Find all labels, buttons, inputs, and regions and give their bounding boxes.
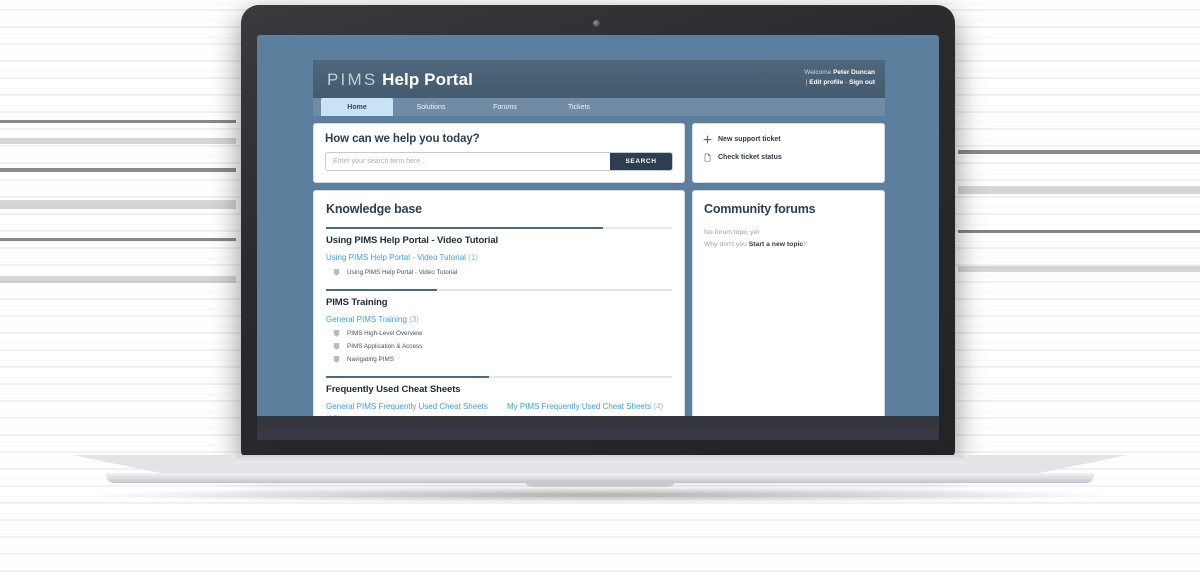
tab-forums[interactable]: Forums — [469, 98, 541, 116]
section-divider — [326, 376, 672, 379]
tab-solutions-label: Solutions — [416, 103, 446, 111]
site-logo[interactable]: PIMS Help Portal — [327, 70, 473, 90]
article-shield-icon — [333, 268, 340, 276]
kb-section-heading: Frequently Used Cheat Sheets — [326, 384, 461, 396]
kb-section: PIMS Training General PIMS Training (3) … — [326, 288, 672, 365]
kb-article[interactable]: PIMS Application & Access — [332, 342, 672, 351]
kb-article-title: PIMS High-Level Overview — [347, 330, 423, 338]
community-forums-panel: Community forums No forum topic yet Why … — [692, 190, 885, 440]
webcam-icon — [593, 20, 600, 27]
laptop-screen-bezel: PIMS Help Portal Welcome Peter Duncan | … — [257, 35, 939, 440]
account-bar: Welcome Peter Duncan | Edit profile - Si… — [804, 68, 875, 88]
check-ticket-status-action[interactable]: Check ticket status — [703, 153, 874, 162]
laptop-lid: PIMS Help Portal Welcome Peter Duncan | … — [241, 5, 955, 457]
welcome-prefix: Welcome — [804, 69, 832, 76]
kb-folder-link[interactable]: My PIMS Frequently Used Cheat Sheets (4) — [507, 401, 672, 413]
brand-primary: PIMS — [327, 70, 378, 89]
kb-folder-name: Using PIMS Help Portal - Video Tutorial — [326, 253, 466, 262]
search-panel: How can we help you today? SEARCH — [313, 123, 685, 183]
knowledge-base-panel: Knowledge base Using PIMS Help Portal - … — [313, 190, 685, 440]
forums-prompt-prefix: Why don't you — [704, 240, 749, 248]
edit-profile-link[interactable]: Edit profile — [809, 79, 843, 86]
tab-solutions[interactable]: Solutions — [395, 98, 467, 116]
start-new-topic-link[interactable]: Start a new topic — [749, 241, 803, 248]
link-separator: - — [845, 79, 848, 87]
article-shield-icon — [333, 356, 340, 364]
section-divider — [326, 288, 672, 291]
main-navigation: Home Solutions Forums Tickets — [313, 98, 885, 116]
account-links: | Edit profile - Sign out — [804, 78, 875, 88]
kb-article[interactable]: PIMS High-Level Overview — [332, 329, 672, 338]
laptop-mockup: PIMS Help Portal Welcome Peter Duncan | … — [0, 0, 1200, 575]
kb-folder-link[interactable]: General PIMS Training (3) — [326, 314, 672, 326]
help-portal-page: PIMS Help Portal Welcome Peter Duncan | … — [313, 60, 885, 440]
tab-tickets-label: Tickets — [568, 103, 590, 111]
screen-lower-bezel — [257, 416, 939, 440]
forums-empty-state: No forum topic yet Why don't you Start a… — [704, 227, 873, 251]
article-shield-icon — [333, 343, 340, 351]
desktop-background: PIMS Help Portal Welcome Peter Duncan | … — [257, 35, 939, 440]
kb-folder-count: (1) — [468, 253, 478, 262]
kb-section-heading: PIMS Training — [326, 296, 388, 308]
kb-article[interactable]: Navigating PIMS — [332, 355, 672, 364]
forums-prompt-suffix: ? — [803, 240, 807, 248]
sign-out-link[interactable]: Sign out — [849, 79, 875, 86]
kb-article-title: Using PIMS Help Portal - Video Tutorial — [347, 268, 458, 276]
kb-folder-name: My PIMS Frequently Used Cheat Sheets — [507, 402, 652, 412]
kb-folder-link[interactable]: Using PIMS Help Portal - Video Tutorial … — [326, 252, 672, 264]
search-row: SEARCH — [325, 152, 673, 171]
section-divider — [326, 227, 672, 229]
search-heading: How can we help you today? — [325, 133, 480, 145]
new-support-ticket-label: New support ticket — [718, 136, 781, 143]
laptop-base — [72, 455, 1128, 489]
ticket-actions-panel: New support ticket Check ticket status — [692, 123, 885, 183]
kb-section-heading: Using PIMS Help Portal - Video Tutorial — [326, 235, 499, 246]
laptop-deck-edge — [237, 455, 963, 463]
knowledge-base-title: Knowledge base — [326, 202, 422, 216]
kb-article-title: PIMS Application & Access — [347, 343, 423, 351]
check-ticket-status-label: Check ticket status — [718, 154, 782, 161]
new-support-ticket-action[interactable]: New support ticket — [703, 135, 874, 144]
laptop-front-notch — [525, 480, 675, 487]
search-input[interactable] — [326, 153, 610, 170]
search-strip: How can we help you today? SEARCH — [313, 116, 885, 183]
forums-prompt: Why don't you Start a new topic? — [704, 239, 873, 251]
brand-secondary: Help Portal — [382, 70, 473, 89]
kb-article-title: Navigating PIMS — [347, 356, 394, 364]
pipe-separator: | — [805, 79, 808, 87]
welcome-line: Welcome Peter Duncan — [804, 68, 875, 78]
tab-home-label: Home — [347, 103, 367, 111]
tab-tickets[interactable]: Tickets — [543, 98, 615, 116]
user-name: Peter Duncan — [833, 69, 875, 76]
tab-home[interactable]: Home — [321, 98, 393, 116]
article-shield-icon — [333, 330, 340, 338]
tab-forums-label: Forums — [493, 103, 517, 111]
kb-folder-count: (3) — [409, 314, 419, 324]
laptop-shadow — [95, 487, 1105, 503]
kb-section: Using PIMS Help Portal - Video Tutorial … — [326, 227, 672, 277]
community-forums-title: Community forums — [704, 202, 816, 216]
kb-article[interactable]: Using PIMS Help Portal - Video Tutorial — [332, 268, 672, 277]
forums-empty-text: No forum topic yet — [704, 229, 760, 236]
kb-folder-name: General PIMS Training — [326, 314, 407, 324]
kb-folder-count: (4) — [653, 402, 664, 412]
site-header: PIMS Help Portal Welcome Peter Duncan | … — [313, 60, 885, 98]
content-columns: Knowledge base Using PIMS Help Portal - … — [313, 183, 885, 440]
search-button[interactable]: SEARCH — [610, 153, 672, 170]
plus-icon — [703, 135, 712, 144]
document-icon — [704, 153, 711, 162]
kb-folder-name: General PIMS Frequently Used Cheat Sheet… — [326, 402, 488, 412]
